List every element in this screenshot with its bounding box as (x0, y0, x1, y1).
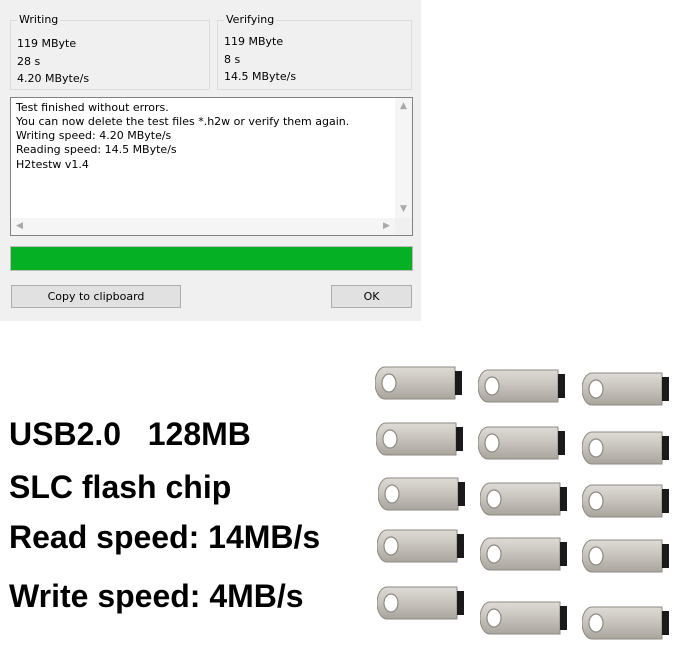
writing-group-title: Writing (17, 13, 61, 26)
usb-flash-drive-icon (582, 538, 670, 574)
spec-write-speed: Write speed: 4MB/s (9, 578, 304, 614)
horizontal-scrollbar[interactable]: ◀ ▶ (11, 218, 395, 235)
scroll-up-icon[interactable]: ▲ (395, 98, 412, 115)
log-line: Test finished without errors. (16, 101, 169, 114)
scroll-corner (395, 218, 412, 235)
verifying-time: 8 s (224, 53, 241, 66)
usb-flash-drive-icon (582, 430, 670, 466)
verifying-group-title: Verifying (224, 13, 277, 26)
progress-bar (10, 246, 413, 271)
scroll-left-icon[interactable]: ◀ (11, 218, 28, 235)
log-line: H2testw v1.4 (16, 158, 89, 171)
usb-flash-drive-icon (582, 371, 670, 407)
usb-flash-drive-icon (377, 585, 465, 621)
result-log[interactable]: Test finished without errors. You can no… (10, 97, 413, 236)
usb-flash-drive-icon (375, 365, 463, 401)
writing-time: 28 s (17, 55, 41, 68)
spec-interface-capacity: USB2.0 128MB (9, 416, 251, 452)
log-line: You can now delete the test files *.h2w … (16, 115, 350, 128)
usb-flash-drive-icon (480, 600, 568, 636)
usb-flash-drive-icon (376, 421, 464, 457)
scroll-right-icon[interactable]: ▶ (378, 218, 395, 235)
usb-flash-drive-icon (377, 528, 465, 564)
usb-flash-drive-icon (480, 536, 568, 572)
h2testw-dialog: Writing 119 MByte 28 s 4.20 MByte/s Veri… (0, 0, 421, 321)
ok-button[interactable]: OK (331, 285, 412, 308)
writing-amount: 119 MByte (17, 37, 77, 50)
spec-read-speed: Read speed: 14MB/s (9, 519, 321, 555)
vertical-scrollbar[interactable]: ▲ ▼ (395, 98, 412, 218)
usb-flash-drive-icon (478, 368, 566, 404)
usb-flash-drive-icon (378, 476, 466, 512)
scroll-down-icon[interactable]: ▼ (395, 201, 412, 218)
log-line: Reading speed: 14.5 MByte/s (16, 143, 177, 156)
writing-group: Writing 119 MByte 28 s 4.20 MByte/s (10, 13, 210, 90)
usb-flash-drive-icon (480, 481, 568, 517)
verifying-amount: 119 MByte (224, 35, 284, 48)
writing-speed: 4.20 MByte/s (17, 72, 90, 85)
copy-to-clipboard-button[interactable]: Copy to clipboard (11, 285, 181, 308)
verifying-speed: 14.5 MByte/s (224, 70, 297, 83)
log-line: Writing speed: 4.20 MByte/s (16, 129, 172, 142)
usb-flash-drive-icon (582, 483, 670, 519)
product-image: Writing 119 MByte 28 s 4.20 MByte/s Veri… (0, 0, 679, 652)
usb-flash-drive-icon (478, 425, 566, 461)
usb-flash-drive-icon (582, 605, 670, 641)
progress-bar-fill (11, 247, 412, 270)
verifying-group: Verifying 119 MByte 8 s 14.5 MByte/s (217, 13, 412, 90)
spec-chip-type: SLC flash chip (9, 469, 232, 505)
